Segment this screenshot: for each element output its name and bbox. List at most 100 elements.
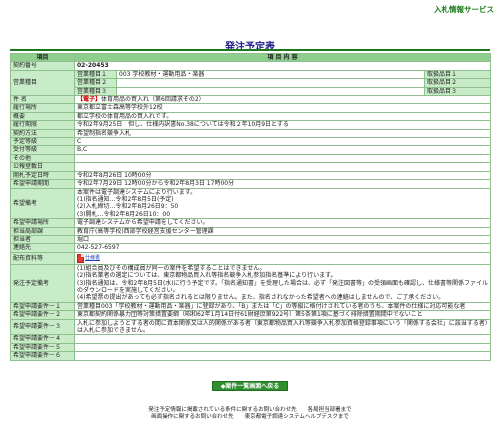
row-case-no: 契約番号 02-20453 [10,61,492,71]
footer-help-line: 画面操作に関するお問い合わせ先 東京都電子調達システムヘルプデスクまで [151,414,349,420]
conditions-line: (2)指名業者の選定については、東京都物品買入れ等指名競争入札参加指名基準により… [77,272,337,280]
pdf-icon[interactable] [77,253,84,263]
summary-value: 都立学校の体育用品の買入れです。 [73,111,492,122]
pre-rank-label: 予定等級 [10,137,75,147]
category-3-item: 取扱品目３ [423,86,492,97]
req-5-label: 希望申請要件－５ [10,342,75,353]
remarks-line: (3)開札…令和2年8月26日10：00 [77,210,171,218]
accept-rank-value: B,C [73,145,492,155]
category-1-name: 営業種目１ [74,69,117,80]
req-2-value: 東京都契約関係暴力団等対策措置要綱（昭和62年1月14日付61財経庶第922号）… [73,310,492,320]
conditions-value: (1)組合員及びその構成員が同一の案件を希望することはできません。 (2)指名業… [73,263,492,303]
category-1-value: 003 学校教材・運動用品・楽器 [116,69,425,80]
row-req-3: 希望申請要件－３ 入札に参加しようとする者の間に資本関係又は人的関係がある者（東… [10,318,492,336]
row-req-5: 希望申請要件－５ [10,342,492,353]
case-no-label: 契約番号 [10,61,75,71]
docs-label: 配布資料等 [10,251,75,265]
category-3-value [116,86,425,97]
case-no-value: 02-20453 [73,61,492,71]
req-6-value [73,351,492,361]
subject-text: 体育用品の買入れ（第6回請求その2） [101,96,205,104]
pre-rank-value: C [73,137,492,147]
req-3-label: 希望申請要件－３ [10,318,75,336]
other-label: その他 [10,153,75,164]
row-tel: 連絡先 042-527-6597 [10,243,492,253]
subject-value: 【電子】体育用品の買入れ（第6回請求その2） [73,95,492,105]
conditions-label: 発注予定備考 [10,263,75,303]
header-content: 項 目 内 容 [73,52,492,63]
summary-label: 概要 [10,111,75,122]
title-divider [10,49,490,51]
conditions-line: (4)希望票の提出があっても必ず指名されるとは限りません。また、指名されなかった… [77,294,445,302]
row-summary: 概要 都立学校の体育用品の買入れです。 [10,111,492,122]
place-label: 履行場所 [10,103,75,113]
row-subject: 件 名 【電子】体育用品の買入れ（第6回請求その2） [10,95,492,105]
tel-label: 連絡先 [10,243,75,253]
place-value: 東京都立富士森高等学校外12校 [73,103,492,113]
tel-value: 042-527-6597 [73,243,492,253]
row-person: 担当者 堀口 [10,234,492,245]
req-5-value [73,342,492,353]
bid-date-value [73,162,492,172]
dept-value: 教育庁(高等学校)西部学校経営支援センター管理課 [73,226,492,236]
bid-date-label: 公報登載日 [10,162,75,172]
row-conditions: 発注予定備考 (1)組合員及びその構成員が同一の案件を希望することはできません。… [10,263,492,303]
conditions-line: (3)指名通知は、令和2年8月5日(水)に行う予定です。「指名通知書」を受理した… [77,279,489,294]
method-label: 契約方法 [10,128,75,139]
row-pre-rank: 予定等級 C [10,137,492,147]
category-1-item: 取扱品目１ [423,69,492,80]
accept-rank-label: 受付等級 [10,145,75,155]
row-remarks: 希望備考 本案件は電子調達システムにより行います。 (1)指名通知…令和2年8月… [10,187,492,220]
row-other: その他 [10,153,492,164]
electronic-tag: 【電子】 [77,96,102,104]
row-bid-date: 公報登載日 [10,162,492,172]
row-category-1: 営業種目 営業種目１ 003 学校教材・運動用品・楽器 取扱品目１ [10,69,492,97]
row-apply-place: 希望申請場所 電子調達システムから希望申請をしてください。 [10,218,492,228]
person-label: 担当者 [10,234,75,245]
row-method: 契約方法 希望制指名競争入札 [10,128,492,139]
method-value: 希望制指名競争入札 [73,128,492,139]
row-category-2: 営業種目２ 取扱品目２ [11,78,492,88]
category-2-name: 営業種目２ [74,78,117,88]
category-label: 営業種目 [10,69,75,97]
row-category-3: 営業種目３ 取扱品目３ [11,86,492,97]
row-req-1: 希望申請要件－１ 営業種目003「学校教材・運動用品・楽器」に登録があり、「B」… [10,301,492,312]
req-4-label: 希望申請要件－４ [10,334,75,344]
open-date-label: 開札予定日時 [10,170,75,181]
header-item: 項目 [10,52,75,63]
footer-contact-line: 発注予定情報に掲載されている条件に関するお問い合わせ先 各局担当部署まで [148,407,352,413]
docs-value: 仕様書 [73,251,492,265]
row-dept: 担当局部課 教育庁(高等学校)西部学校経営支援センター管理課 [10,226,492,236]
apply-place-label: 希望申請場所 [10,218,75,228]
row-req-4: 希望申請要件－４ [10,334,492,344]
row-docs: 配布資料等 仕様書 [10,251,492,265]
remarks-line: 本案件は電子調達システムにより行います。 [77,188,197,196]
category-2-value [116,78,425,88]
req-6-label: 希望申請要件－６ [10,351,75,361]
spec-document-link[interactable]: 仕様書 [85,255,100,261]
category-3-name: 営業種目３ [74,86,117,97]
open-date-value: 令和2年8月26日 10時00分 [73,170,492,181]
remarks-label: 希望備考 [10,187,75,220]
row-req-6: 希望申請要件－６ [10,351,492,361]
table-header-row: 項目 項 目 内 容 [10,52,492,63]
apply-period-label: 希望申請期間 [10,179,75,189]
row-accept-rank: 受付等級 B,C [10,145,492,155]
req-1-label: 希望申請要件－１ [10,301,75,312]
req-1-value: 営業種目003「学校教材・運動用品・楽器」に登録があり、「B」または「C」の等級… [73,301,492,312]
other-value [73,153,492,164]
row-place: 履行場所 東京都立富士森高等学校外12校 [10,103,492,113]
remarks-value: 本案件は電子調達システムにより行います。 (1)指名通知…令和2年8月5日(予定… [73,187,492,220]
req-4-value [73,334,492,344]
row-req-2: 希望申請要件－２ 東京都契約関係暴力団等対策措置要綱（昭和62年1月14日付61… [10,310,492,320]
dept-label: 担当局部課 [10,226,75,236]
period-label: 履行期限 [10,120,75,130]
row-open-date: 開札予定日時 令和2年8月26日 10時00分 [10,170,492,181]
back-to-list-button[interactable]: ◆案件一覧画面へ戻る [212,381,288,391]
category-2-item: 取扱品目２ [423,78,492,88]
apply-place-value: 電子調達システムから希望申請をしてください。 [73,218,492,228]
service-title: 入札情報サービス [434,5,494,14]
row-period: 履行期限 令和2年9月25日 但し、仕様内訳書No.38については令和２年10月… [10,120,492,130]
period-value: 令和2年9月25日 但し、仕様内訳書No.38については令和２年10月9日とする [73,120,492,130]
person-value: 堀口 [73,234,492,245]
